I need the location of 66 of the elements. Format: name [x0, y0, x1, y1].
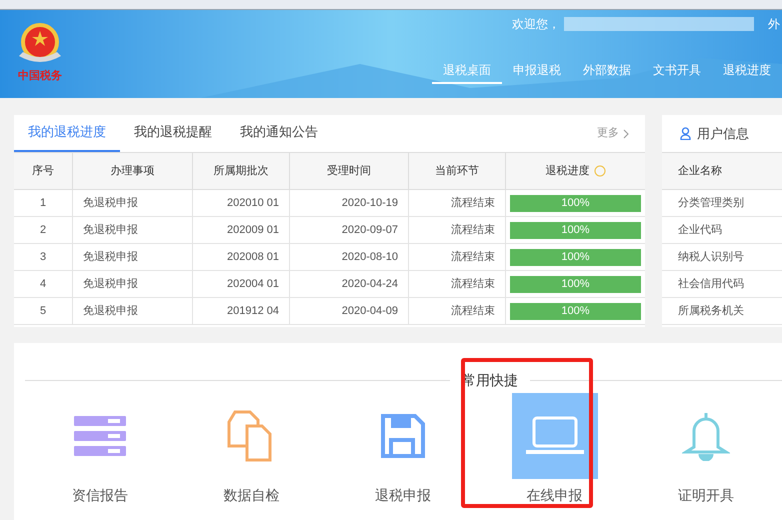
card-title: 用户信息	[697, 124, 749, 143]
column-header: 当前环节	[435, 164, 479, 179]
welcome-text: 欢迎您，	[512, 16, 560, 33]
table-cell-text: 免退税申报	[82, 304, 138, 319]
table-cell-text: 201912 04	[227, 304, 280, 319]
progress-reading: 100%	[560, 196, 591, 211]
nav-tab[interactable]: 文书开具	[642, 58, 712, 84]
table-cell-text: 流程结束	[451, 276, 496, 292]
progress-reading: 100%	[560, 304, 591, 319]
field-label: 企业代码	[678, 222, 722, 238]
shortcut-tile[interactable]	[512, 393, 598, 479]
nav-tab[interactable]: 退税进度	[712, 58, 782, 84]
header-text: 外	[768, 16, 781, 33]
shortcut-label: 数据自检	[223, 486, 280, 505]
table-cell-text: 流程结束	[451, 222, 496, 238]
table-cell-text: 3	[40, 250, 46, 265]
nav-tab[interactable]: 外部数据	[572, 58, 642, 84]
field-label: 纳税人识别号	[678, 250, 744, 265]
field-label: 分类管理类别	[678, 196, 744, 211]
laptop-icon	[524, 416, 585, 456]
shortcut-label: 退税申报	[374, 486, 431, 505]
shortcut-label: 证明开具	[678, 486, 734, 505]
column-header: 受理时间	[327, 164, 371, 179]
logo-text: 中国税务	[18, 68, 62, 84]
table-cell-text: 免退税申报	[82, 250, 138, 265]
bell-icon	[682, 411, 730, 461]
table-cell-text: 202010 01	[227, 196, 280, 211]
column-header: 序号	[32, 164, 54, 179]
nav-tab[interactable]: 退税桌面	[432, 58, 502, 84]
nav-tab[interactable]: 申报退税	[502, 58, 572, 84]
field-label: 社会信用代码	[678, 276, 744, 292]
table-cell-text: 2020-04-24	[342, 276, 399, 292]
table-cell-text: 4	[40, 276, 46, 292]
table-cell-text: 流程结束	[451, 196, 496, 211]
column-header: 退税进度	[546, 164, 590, 179]
table-cell-text: 202008 01	[227, 250, 280, 265]
table-cell-text: 流程结束	[451, 304, 496, 319]
shortcut-label: 资信报告	[72, 486, 128, 505]
table-cell-text: 2020-08-10	[342, 250, 399, 265]
progress-reading: 100%	[560, 222, 591, 238]
table-cell-text: 2	[40, 222, 46, 238]
progress-reading: 100%	[560, 250, 591, 265]
table-cell-text: 202004 01	[227, 276, 280, 292]
shortcut-label: 在线申报	[526, 486, 583, 505]
table-cell-text: 2020-04-09	[342, 304, 399, 319]
more-link[interactable]: 更多	[597, 125, 629, 142]
table-cell-text: 2020-09-07	[342, 222, 399, 238]
table-cell-text: 免退税申报	[82, 276, 138, 292]
server-stack-icon	[74, 416, 126, 456]
table-cell-text: 免退税申报	[82, 222, 138, 238]
column-header: 所属期批次	[214, 164, 268, 179]
table-cell-text: 5	[40, 304, 46, 319]
field-label: 所属税务机关	[678, 304, 744, 319]
chevron-right-icon	[623, 128, 629, 138]
help-icon	[594, 165, 606, 177]
user-icon	[680, 127, 691, 140]
panel-tab[interactable]: 我的通知公告	[226, 114, 332, 152]
table-cell-text: 流程结束	[451, 250, 496, 265]
table-cell-text: 2020-10-19	[342, 196, 399, 211]
table-cell-text: 202009 01	[227, 222, 280, 238]
column-header: 办理事项	[110, 164, 154, 179]
field-header: 企业名称	[678, 164, 722, 179]
progress-reading: 100%	[560, 276, 591, 292]
panel-tab[interactable]: 我的退税提醒	[120, 114, 226, 152]
table-cell-text: 免退税申报	[82, 196, 138, 211]
table-cell-text: 1	[40, 196, 46, 211]
